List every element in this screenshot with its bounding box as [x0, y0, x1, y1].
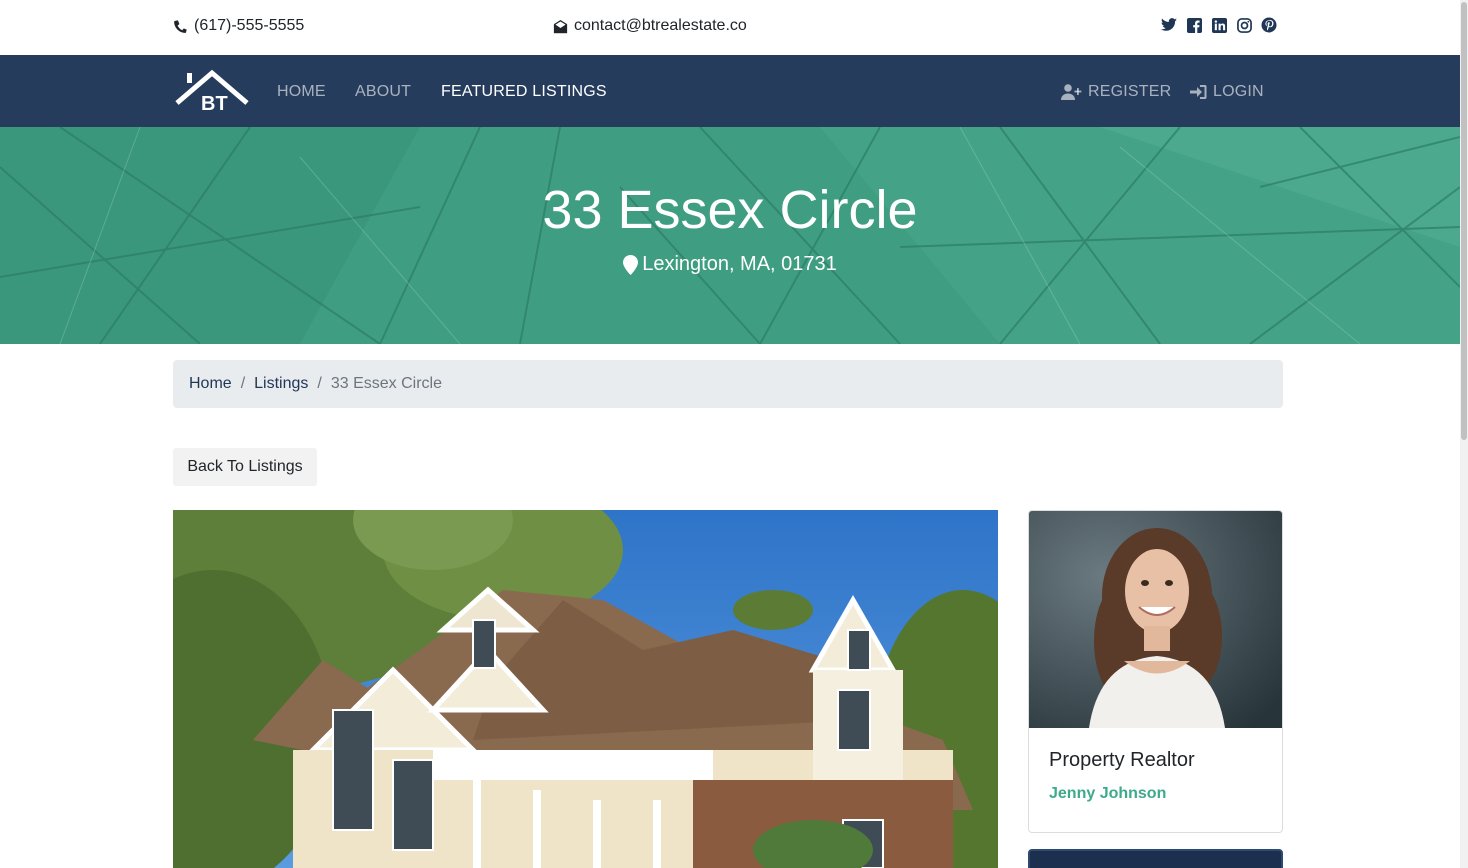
nav-login[interactable]: LOGIN: [1190, 83, 1264, 101]
location-text: Lexington, MA, 01731: [642, 253, 837, 275]
listing-main-photo[interactable]: [173, 510, 998, 868]
breadcrumb-listings[interactable]: Listings: [254, 375, 308, 393]
user-plus-icon: [1061, 84, 1082, 100]
facebook-icon[interactable]: [1186, 17, 1202, 33]
realtor-role: Property Realtor: [1049, 749, 1195, 771]
social-links: [1161, 17, 1277, 33]
breadcrumb-separator: /: [317, 375, 322, 392]
realtor-name[interactable]: Jenny Johnson: [1049, 785, 1166, 803]
realtor-card: Property Realtor Jenny Johnson: [1028, 510, 1283, 833]
pinterest-icon[interactable]: [1261, 17, 1277, 33]
logo-text: BT: [201, 93, 228, 113]
sign-in-icon: [1190, 85, 1207, 99]
phone-contact[interactable]: (617)-555-5555: [173, 17, 304, 35]
envelope-open-icon: [553, 19, 568, 33]
nav-home[interactable]: HOME: [277, 83, 326, 101]
phone-icon: [174, 19, 188, 33]
contact-realtor-button[interactable]: [1028, 849, 1283, 868]
realtor-photo: [1029, 511, 1282, 728]
nav-featured-listings[interactable]: FEATURED LISTINGS: [441, 83, 607, 101]
page-scrollbar[interactable]: [1460, 0, 1468, 868]
twitter-icon[interactable]: [1161, 17, 1177, 33]
map-marker-icon: [623, 254, 639, 275]
email-address: contact@btrealestate.co: [574, 17, 747, 34]
nav-about[interactable]: ABOUT: [355, 83, 411, 101]
top-contact-bar: (617)-555-5555 contact@btrealestate.co: [0, 0, 1460, 55]
email-contact[interactable]: contact@btrealestate.co: [553, 17, 747, 35]
listing-title: 33 Essex Circle: [542, 180, 918, 240]
listing-hero: 33 Essex Circle Lexington, MA, 01731: [0, 127, 1460, 344]
breadcrumb-separator: /: [240, 375, 246, 392]
breadcrumb-home[interactable]: Home: [189, 375, 232, 393]
nav-register[interactable]: REGISTER: [1061, 83, 1171, 101]
instagram-icon[interactable]: [1236, 17, 1252, 33]
linkedin-icon[interactable]: [1211, 17, 1227, 33]
login-label: LOGIN: [1213, 83, 1264, 100]
listing-location: Lexington, MA, 01731: [0, 253, 1460, 276]
main-navbar: BT HOME ABOUT FEATURED LISTINGS REGISTER…: [0, 55, 1460, 127]
back-to-listings-button[interactable]: Back To Listings: [173, 448, 317, 486]
scrollbar-thumb[interactable]: [1461, 2, 1467, 440]
breadcrumb: Home / Listings / 33 Essex Circle: [173, 360, 1283, 408]
phone-number: (617)-555-5555: [194, 17, 305, 34]
register-label: REGISTER: [1088, 83, 1172, 100]
breadcrumb-current: 33 Essex Circle: [330, 375, 442, 392]
brand-logo[interactable]: BT: [175, 69, 249, 115]
